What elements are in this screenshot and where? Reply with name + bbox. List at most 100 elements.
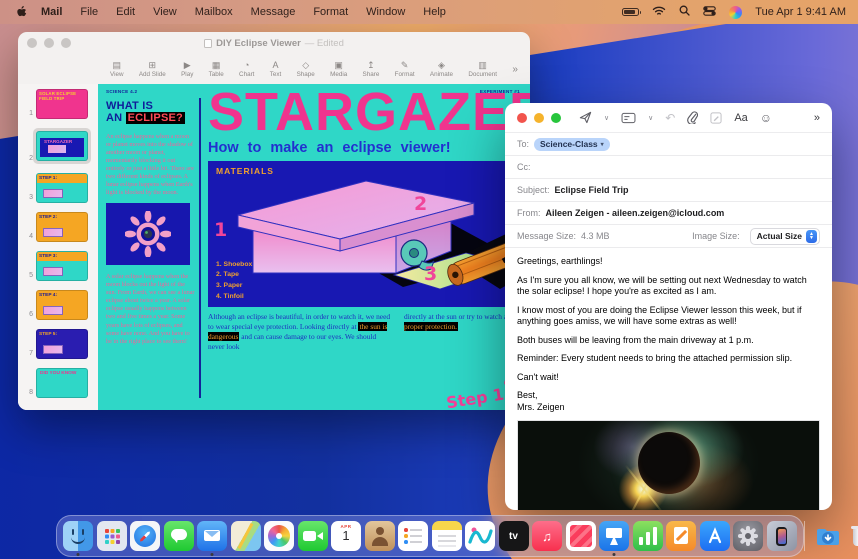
add-slide-button[interactable]: ⊞Add Slide — [139, 60, 166, 78]
eclipse-photo-attachment[interactable] — [517, 420, 820, 510]
text-button[interactable]: AText — [270, 60, 282, 78]
image-size-popup[interactable]: Actual Size ▲▼ — [750, 228, 820, 245]
dock-news[interactable] — [566, 521, 596, 551]
shape-button[interactable]: ◇Shape — [297, 60, 315, 78]
dock-trash[interactable] — [846, 521, 858, 551]
document-button[interactable]: ▥Document — [468, 60, 497, 78]
mail-toolbar[interactable]: ∨ ∨ ↶ Aa ☺ » — [505, 103, 832, 133]
menu-item-view[interactable]: View — [144, 6, 186, 18]
menu-item-window[interactable]: Window — [357, 6, 414, 18]
table-icon: ▦ — [212, 60, 221, 70]
dock-launchpad[interactable] — [97, 521, 127, 551]
dock-finder[interactable] — [63, 521, 93, 551]
slide-title: STARGAZER — [208, 85, 530, 140]
chevron-down-icon[interactable]: ∨ — [604, 114, 609, 122]
wifi-icon[interactable] — [652, 6, 666, 19]
dock-freeform[interactable] — [465, 521, 495, 551]
slide-thumbnail-8[interactable]: 8 DID YOU KNOW — [18, 368, 98, 398]
menu-bar-clock[interactable]: Tue Apr 1 9:41 AM — [755, 6, 846, 18]
search-icon[interactable] — [679, 5, 690, 19]
dock-system-settings[interactable] — [733, 521, 763, 551]
slide-thumbnail-3[interactable]: 3 STEP 1: — [18, 173, 98, 203]
close-button[interactable] — [517, 113, 527, 123]
dock-numbers[interactable] — [633, 521, 663, 551]
media-button[interactable]: ▣Media — [330, 60, 347, 78]
keynote-titlebar[interactable]: DIY Eclipse Viewer — Edited — [18, 32, 530, 54]
markup-icon[interactable] — [710, 112, 722, 124]
slide-thumbnail-1[interactable]: 1 SOLAR ECLIPSE FIELD TRIP — [18, 89, 98, 119]
slide-thumbnail-7[interactable]: 7 STEP 5: — [18, 329, 98, 359]
dock: APR 1 tv ♫ — [56, 515, 804, 557]
dock-calendar[interactable]: APR 1 — [331, 521, 361, 551]
undo-icon[interactable]: ↶ — [665, 111, 675, 125]
dock-notes[interactable] — [432, 521, 462, 551]
slide-subtitle: How to make an eclipse viewer! — [208, 140, 530, 156]
format-icon: ✎ — [401, 60, 409, 70]
menu-item-file[interactable]: File — [71, 6, 107, 18]
slide-thumbnail-4[interactable]: 4 STEP 2: — [18, 212, 98, 242]
format-icon[interactable]: Aa — [734, 112, 747, 124]
control-center-icon[interactable] — [703, 6, 716, 19]
cc-field[interactable]: Cc: — [505, 156, 832, 179]
message-body[interactable]: Greetings, earthlings! As I'm sure you a… — [505, 248, 832, 413]
dock-iphone-mirroring[interactable] — [767, 521, 797, 551]
dock-messages[interactable] — [164, 521, 194, 551]
emoji-icon[interactable]: ☺ — [760, 112, 772, 124]
dock-contacts[interactable] — [365, 521, 395, 551]
text-icon: A — [272, 60, 278, 70]
dock-keynote[interactable] — [599, 521, 629, 551]
menu-item-mail[interactable]: Mail — [32, 6, 71, 18]
step-annotation: Step 1 — [445, 385, 505, 410]
menu-item-message[interactable]: Message — [242, 6, 305, 18]
menu-item-edit[interactable]: Edit — [107, 6, 144, 18]
zoom-button[interactable] — [551, 113, 561, 123]
view-button[interactable]: ▤View — [110, 60, 124, 78]
dock-reminders[interactable] — [398, 521, 428, 551]
table-button[interactable]: ▦Table — [209, 60, 224, 78]
dock-app-store[interactable] — [700, 521, 730, 551]
view-icon: ▤ — [113, 60, 122, 70]
recipient-token[interactable]: Science-Class▾ — [534, 138, 610, 151]
chevron-down-icon[interactable]: ∨ — [648, 114, 653, 122]
dock-downloads[interactable] — [813, 521, 843, 551]
dock-mail[interactable] — [197, 521, 227, 551]
dock-safari[interactable] — [130, 521, 160, 551]
dock-photos[interactable] — [264, 521, 294, 551]
dock-music[interactable]: ♫ — [532, 521, 562, 551]
dock-pages[interactable] — [666, 521, 696, 551]
from-field[interactable]: From: Aileen Zeigen - aileen.zeigen@iclo… — [505, 202, 832, 225]
calendar-day: 1 — [342, 529, 349, 543]
dock-facetime[interactable] — [298, 521, 328, 551]
subject-field[interactable]: Subject: Eclipse Field Trip — [505, 179, 832, 202]
share-button[interactable]: ↥Share — [363, 60, 380, 78]
animate-button[interactable]: ◈Animate — [430, 60, 453, 78]
dock-maps[interactable] — [231, 521, 261, 551]
menu-item-format[interactable]: Format — [304, 6, 357, 18]
toolbar-overflow-button[interactable]: » — [512, 64, 518, 75]
slide-canvas[interactable]: SCIENCE 4.2 EXPERIMENT #1 WHAT IS AN ECL… — [98, 84, 530, 410]
chart-button[interactable]: ◔Chart — [239, 60, 254, 78]
menu-item-help[interactable]: Help — [414, 6, 455, 18]
battery-icon[interactable] — [622, 8, 639, 16]
minimize-button[interactable] — [534, 113, 544, 123]
toolbar-overflow-button[interactable]: » — [814, 112, 820, 124]
play-button[interactable]: ▶Play — [181, 60, 193, 78]
sun-illustration — [106, 203, 190, 265]
slide-thumbnail-2-selected[interactable]: 2 STARGAZER — [18, 128, 98, 164]
slide-thumbnail-6[interactable]: 6 STEP 4: — [18, 290, 98, 320]
window-title: DIY Eclipse Viewer — [216, 38, 301, 49]
send-icon[interactable] — [579, 111, 592, 124]
attach-icon[interactable] — [687, 111, 698, 124]
format-button[interactable]: ✎Format — [395, 60, 415, 78]
message-size-row: Message Size: 4.3 MB Image Size: Actual … — [505, 225, 832, 248]
siri-icon[interactable] — [729, 6, 742, 19]
apple-menu-icon[interactable] — [10, 5, 32, 19]
menu-item-mailbox[interactable]: Mailbox — [186, 6, 242, 18]
desktop: Mail File Edit View Mailbox Message Form… — [0, 0, 858, 559]
document-proxy-icon[interactable] — [204, 39, 212, 48]
header-fields-icon[interactable] — [621, 112, 636, 124]
dock-apple-tv[interactable]: tv — [499, 521, 529, 551]
to-field[interactable]: To: Science-Class▾ — [505, 133, 832, 156]
body-paragraph: As I'm sure you all know, we will be set… — [517, 275, 820, 298]
slide-thumbnail-5[interactable]: 5 STEP 3: — [18, 251, 98, 281]
